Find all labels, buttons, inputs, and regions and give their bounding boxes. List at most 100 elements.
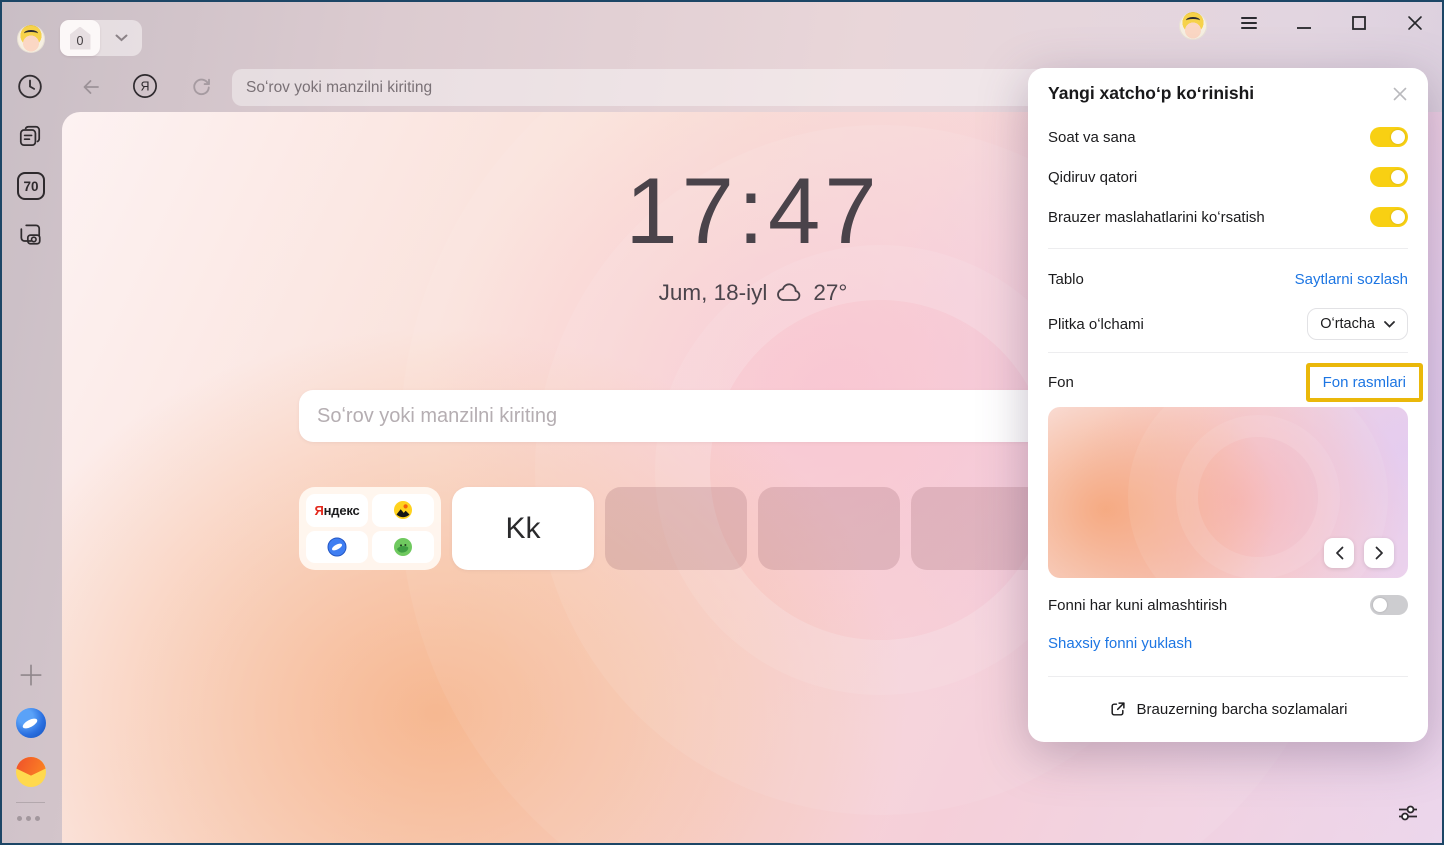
chevron-left-icon xyxy=(1335,546,1344,560)
sidebar-notes-button[interactable] xyxy=(17,123,43,149)
close-icon xyxy=(1407,15,1423,31)
sidebar-divider xyxy=(16,802,45,803)
all-settings-label: Brauzerning barcha sozlamalari xyxy=(1137,701,1348,718)
tab-counter-shield: 0 xyxy=(70,27,91,50)
background-label: Fon xyxy=(1048,374,1074,391)
tile-size-label: Plitka oʻlchami xyxy=(1048,316,1144,333)
browser-tips-toggle[interactable] xyxy=(1370,207,1408,227)
history-button[interactable] xyxy=(17,73,43,99)
toggle-row-browser-tips: Brauzer maslahatlarini koʻrsatish xyxy=(1048,206,1408,228)
clock-date-toggle[interactable] xyxy=(1370,127,1408,147)
toggle-label: Qidiruv qatori xyxy=(1048,169,1137,186)
yandex-images-icon xyxy=(393,500,413,520)
tablo-label: Tablo xyxy=(1048,271,1084,288)
all-browser-settings-button[interactable]: Brauzerning barcha sozlamalari xyxy=(1028,696,1428,722)
upload-custom-background-link[interactable]: Shaxsiy fonni yuklash xyxy=(1048,635,1192,652)
wallpaper-rings-decor xyxy=(710,300,1050,640)
date-text: Jum, 18-iyl xyxy=(659,280,768,306)
subtile-green-app[interactable] xyxy=(372,531,434,564)
yandex-disk-icon xyxy=(327,537,347,557)
back-button[interactable] xyxy=(78,74,104,100)
tune-sliders-icon xyxy=(1396,801,1420,825)
panel-divider xyxy=(1048,352,1408,353)
daily-background-label: Fonni har kuni almashtirish xyxy=(1048,597,1227,614)
panel-close-button[interactable] xyxy=(1388,82,1412,106)
tile-size-select[interactable]: Oʻrtacha xyxy=(1307,308,1408,340)
profile-avatar[interactable] xyxy=(17,25,45,53)
temperature-text: 27° xyxy=(813,280,847,306)
action-highlight-box: Fon rasmlari xyxy=(1306,363,1423,402)
preview-rings-decor xyxy=(1198,437,1318,557)
maximize-icon xyxy=(1351,15,1367,31)
hamburger-icon xyxy=(1241,14,1257,32)
tile-size-row: Plitka oʻlchami Oʻrtacha xyxy=(1048,308,1408,340)
panel-title: Yangi xatchoʻp koʻrinishi xyxy=(1048,83,1254,104)
close-icon xyxy=(1393,87,1407,101)
daily-background-toggle[interactable] xyxy=(1370,595,1408,615)
tile-placeholder-1 xyxy=(605,487,747,570)
subtile-disk[interactable] xyxy=(306,531,368,564)
newtab-customize-button[interactable] xyxy=(1393,798,1423,828)
chevron-down-icon xyxy=(1384,321,1395,328)
sidebar-screenshot-button[interactable] xyxy=(17,221,43,247)
bookmark-appearance-panel: Yangi xatchoʻp koʻrinishi Soat va sana Q… xyxy=(1028,68,1428,742)
configure-sites-link[interactable]: Saytlarni sozlash xyxy=(1295,271,1408,288)
tile-size-value: Oʻrtacha xyxy=(1320,316,1375,332)
window-profile-avatar[interactable] xyxy=(1179,12,1207,40)
tile-kk-label: Kk xyxy=(505,512,540,546)
green-app-icon xyxy=(393,537,413,557)
yandex-wordmark: Яндекс xyxy=(314,503,359,518)
toggle-label: Soat va sana xyxy=(1048,129,1136,146)
yandex-home-button[interactable]: Я xyxy=(132,73,158,99)
sidebar-yandex-disk-button[interactable] xyxy=(16,708,46,738)
active-tab[interactable]: 0 xyxy=(60,20,100,56)
sidebar-add-button[interactable] xyxy=(18,662,44,688)
sidebar-more-button[interactable] xyxy=(17,816,40,821)
menu-button[interactable] xyxy=(1236,10,1262,36)
history-clock-icon xyxy=(17,73,43,100)
tab-count: 0 xyxy=(77,34,84,48)
subtile-yandex[interactable]: Яндекс xyxy=(306,494,368,527)
tab-list-dropdown[interactable] xyxy=(100,20,142,56)
tile-kk[interactable]: Kk xyxy=(452,487,594,570)
maximize-button[interactable] xyxy=(1346,10,1372,36)
chevron-right-icon xyxy=(1375,546,1384,560)
address-bar-input[interactable] xyxy=(232,69,1145,106)
screenshot-camera-icon xyxy=(17,220,43,248)
panel-divider xyxy=(1048,676,1408,677)
minimize-button[interactable] xyxy=(1291,10,1317,36)
tiles-row: Яндекс xyxy=(299,487,1053,570)
prev-background-button[interactable] xyxy=(1324,538,1354,568)
toggle-row-clock-date: Soat va sana xyxy=(1048,126,1408,148)
svg-text:Я: Я xyxy=(140,80,149,94)
toggle-label: Brauzer maslahatlarini koʻrsatish xyxy=(1048,209,1265,226)
background-gallery-link[interactable]: Fon rasmlari xyxy=(1323,374,1406,391)
upload-background-row: Shaxsiy fonni yuklash xyxy=(1048,632,1408,654)
external-link-icon xyxy=(1109,701,1126,718)
plus-icon xyxy=(18,662,44,688)
notes-stack-icon xyxy=(17,123,43,150)
sidebar-yandex-mail-button[interactable] xyxy=(16,757,46,787)
toggle-row-search-bar: Qidiruv qatori xyxy=(1048,166,1408,188)
refresh-icon xyxy=(189,75,214,100)
search-bar-toggle[interactable] xyxy=(1370,167,1408,187)
back-arrow-icon xyxy=(79,75,103,99)
yandex-logo-icon: Я xyxy=(132,72,158,100)
minimize-icon xyxy=(1296,15,1312,31)
chevron-down-icon xyxy=(115,34,128,42)
background-preview xyxy=(1048,407,1408,578)
close-window-button[interactable] xyxy=(1402,10,1428,36)
tablo-row: Tablo Saytlarni sozlash xyxy=(1048,268,1408,290)
refresh-button[interactable] xyxy=(188,74,214,100)
next-background-button[interactable] xyxy=(1364,538,1394,568)
panel-divider xyxy=(1048,248,1408,249)
newtab-search-input[interactable] xyxy=(299,390,1145,442)
speed-value: 70 xyxy=(23,179,38,194)
sidebar-speed-badge[interactable]: 70 xyxy=(17,172,45,200)
tile-yandex-group[interactable]: Яндекс xyxy=(299,487,441,570)
tile-placeholder-2 xyxy=(758,487,900,570)
cloud-icon xyxy=(776,281,804,305)
tab-pill[interactable]: 0 xyxy=(60,20,142,56)
daily-background-row: Fonni har kuni almashtirish xyxy=(1048,594,1408,616)
subtile-images[interactable] xyxy=(372,494,434,527)
